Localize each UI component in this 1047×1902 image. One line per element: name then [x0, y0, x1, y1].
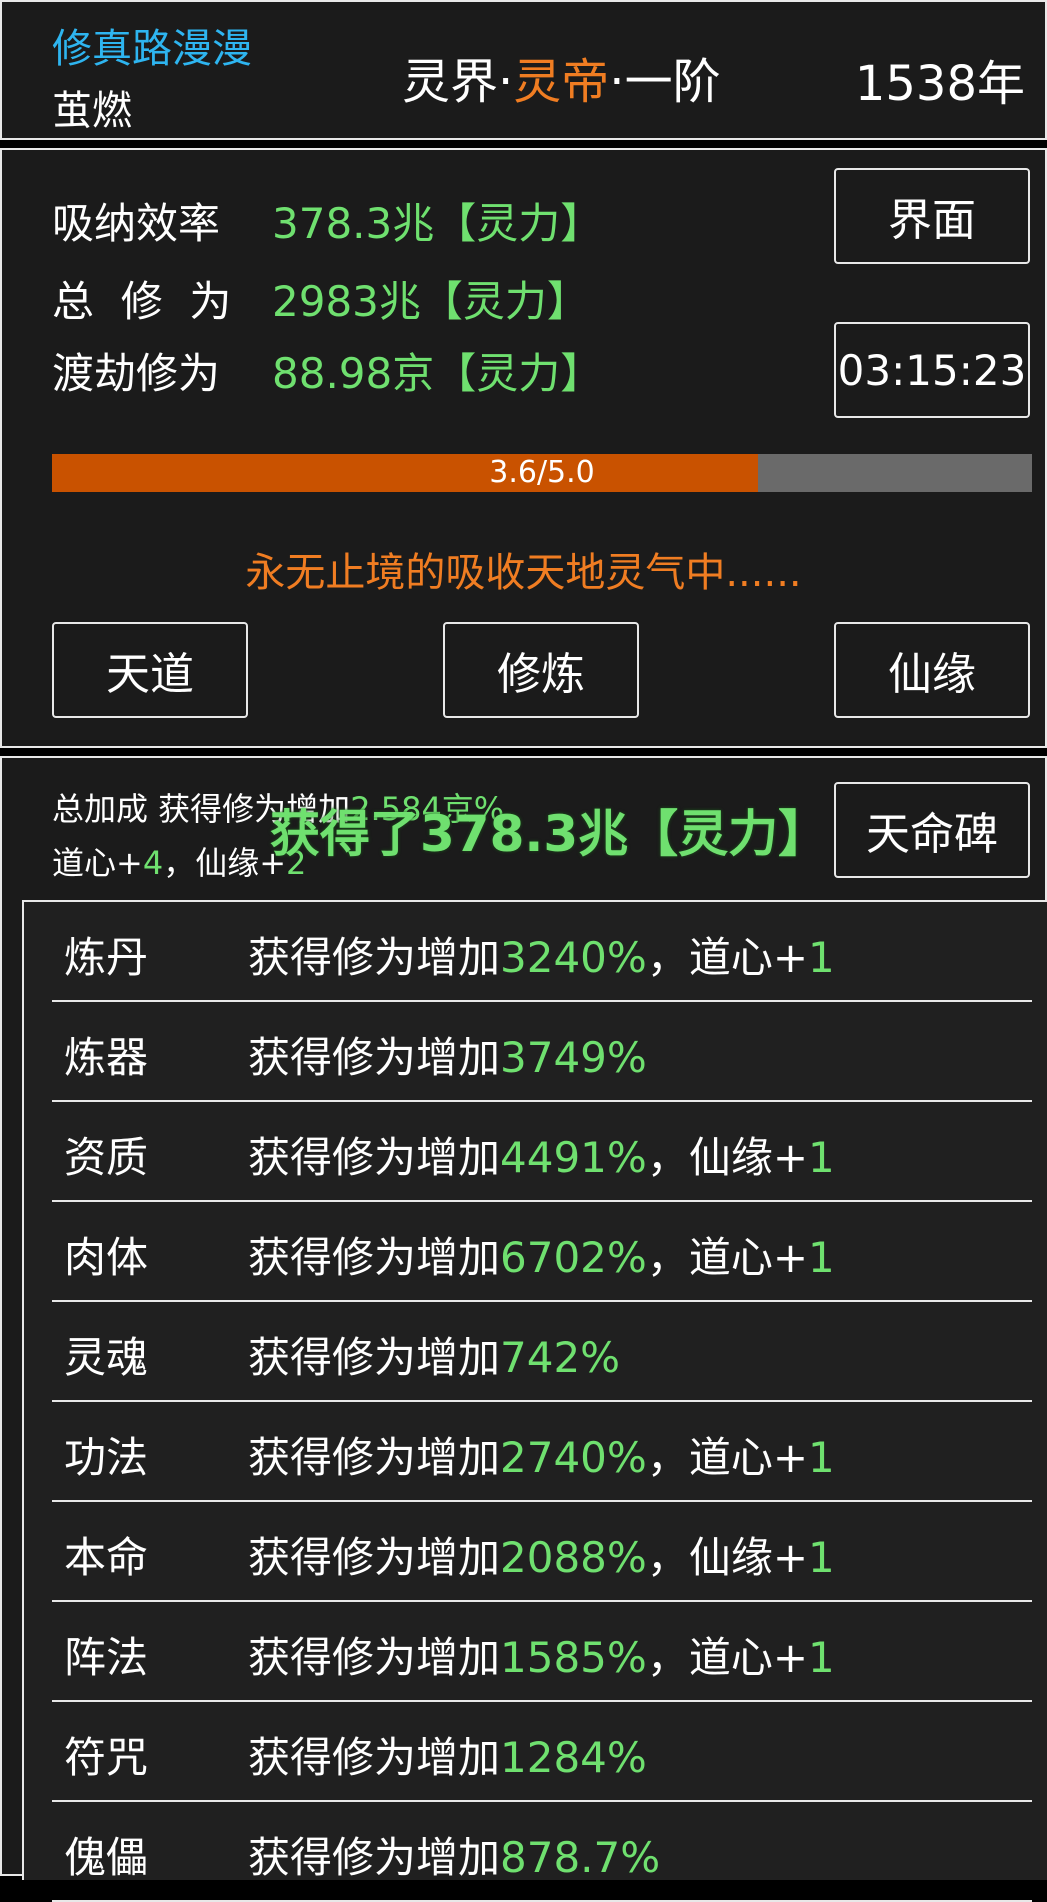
realm-display: 灵界·灵帝·一阶: [402, 42, 721, 112]
list-item-extra-label: ，仙缘+: [646, 1533, 809, 1582]
list-item[interactable]: 肉体 获得修为增加6702%，道心+1: [52, 1202, 1032, 1302]
list-item[interactable]: 傀儡 获得修为增加878.7%: [52, 1802, 1032, 1902]
game-title: 修真路漫漫: [52, 26, 252, 72]
list-item-name: 资质: [64, 1133, 149, 1182]
list-item-extra-label: ，仙缘+: [646, 1133, 809, 1182]
tianmingbei-button[interactable]: 天命碑: [834, 782, 1030, 878]
realm-sep: ·: [609, 54, 625, 110]
list-item-name: 功法: [64, 1433, 149, 1482]
tribulation-label: 渡劫修为: [52, 349, 221, 398]
list-item-extra-label: ，道心+: [646, 1633, 809, 1682]
list-item[interactable]: 炼器 获得修为增加3749%: [52, 1002, 1032, 1102]
list-item[interactable]: 资质 获得修为增加4491%，仙缘+1: [52, 1102, 1032, 1202]
list-item-value: 4491%: [500, 1133, 647, 1182]
list-item-desc: 获得修为增加1284%: [248, 1724, 647, 1785]
list-item-extra-value: 1: [808, 1533, 835, 1582]
total-value: 2983兆【灵力】: [272, 277, 589, 326]
list-item-desc: 获得修为增加742%: [248, 1324, 620, 1385]
list-item-prefix: 获得修为增加: [248, 1633, 501, 1682]
ui-button[interactable]: 界面: [834, 168, 1030, 264]
list-item-name: 肉体: [64, 1233, 149, 1282]
realm-rank: 灵帝: [513, 54, 610, 110]
list-item-prefix: 获得修为增加: [248, 1333, 501, 1382]
list-item-value: 2088%: [500, 1533, 647, 1582]
list-item[interactable]: 炼丹 获得修为增加3240%，道心+1: [52, 902, 1032, 1002]
daoxin-label: 道心+: [52, 844, 143, 882]
header-panel: 修真路漫漫 茧燃 灵界·灵帝·一阶 1538年: [0, 0, 1047, 140]
progress-bar: 3.6/5.0: [52, 454, 1032, 492]
list-item-desc: 获得修为增加878.7%: [248, 1824, 660, 1885]
list-item-desc: 获得修为增加2740%，道心+1: [248, 1424, 835, 1485]
list-item-extra-value: 1: [808, 1633, 835, 1682]
list-item-extra-value: 1: [808, 1133, 835, 1182]
bonus-stats-line: 道心+4，仙缘+2: [52, 838, 306, 884]
list-item[interactable]: 符咒 获得修为增加1284%: [52, 1702, 1032, 1802]
list-item-name: 炼器: [64, 1033, 149, 1082]
daoxin-value: 4: [142, 844, 164, 882]
list-item-extra-value: 1: [808, 1233, 835, 1282]
list-item-extra-value: 1: [808, 1433, 835, 1482]
list-item-name: 符咒: [64, 1733, 149, 1782]
list-item-value: 6702%: [500, 1233, 647, 1282]
gain-popup: 获得了378.3兆【灵力】: [270, 805, 829, 863]
progress-text: 3.6/5.0: [489, 455, 595, 490]
list-item-name: 灵魂: [64, 1333, 149, 1382]
xianyuan-button[interactable]: 仙缘: [834, 622, 1030, 718]
list-item-name: 傀儡: [64, 1833, 149, 1882]
bonus-panel: 总加成 获得修为增加2.584京% 道心+4，仙缘+2 获得了378.3兆【灵力…: [0, 756, 1047, 1902]
absorb-label: 吸纳效率: [52, 199, 221, 248]
list-item-extra-label: ，道心+: [646, 1433, 809, 1482]
status-text: 永无止境的吸收天地灵气中......: [245, 550, 802, 596]
player-name: 茧燃: [52, 88, 132, 134]
list-item-desc: 获得修为增加1585%，道心+1: [248, 1624, 835, 1685]
list-item-prefix: 获得修为增加: [248, 933, 501, 982]
list-item-name: 阵法: [64, 1633, 149, 1682]
list-item[interactable]: 本命 获得修为增加2088%，仙缘+1: [52, 1502, 1032, 1602]
list-item-prefix: 获得修为增加: [248, 1033, 501, 1082]
list-item-prefix: 获得修为增加: [248, 1833, 501, 1882]
list-item-name: 炼丹: [64, 933, 149, 982]
list-item-desc: 获得修为增加3240%，道心+1: [248, 924, 835, 985]
realm-sep: ·: [498, 54, 514, 110]
list-item-name: 本命: [64, 1533, 149, 1582]
bonus-list: 炼丹 获得修为增加3240%，道心+1 炼器 获得修为增加3749% 资质 获得修为增加4…: [22, 900, 1047, 1902]
xiulian-button[interactable]: 修炼: [443, 622, 639, 718]
list-item-value: 742%: [500, 1333, 621, 1382]
list-item[interactable]: 阵法 获得修为增加1585%，道心+1: [52, 1602, 1032, 1702]
list-item-extra-value: 1: [808, 933, 835, 982]
separator: ，: [163, 844, 196, 882]
list-item-prefix: 获得修为增加: [248, 1133, 501, 1182]
absorb-value: 378.3兆【灵力】: [272, 199, 603, 248]
list-item[interactable]: 功法 获得修为增加2740%，道心+1: [52, 1402, 1032, 1502]
list-item-prefix: 获得修为增加: [248, 1533, 501, 1582]
list-item-desc: 获得修为增加2088%，仙缘+1: [248, 1524, 835, 1585]
list-item-value: 2740%: [500, 1433, 647, 1482]
list-item-desc: 获得修为增加4491%，仙缘+1: [248, 1124, 835, 1185]
list-item-extra-label: ，道心+: [646, 1233, 809, 1282]
years-counter: 1538年: [854, 56, 1025, 112]
list-item-desc: 获得修为增加6702%，道心+1: [248, 1224, 835, 1285]
list-item-value: 3749%: [500, 1033, 647, 1082]
list-item-prefix: 获得修为增加: [248, 1433, 501, 1482]
realm-prefix: 灵界: [402, 54, 499, 110]
total-label: 总 修 为: [52, 277, 232, 326]
realm-stage: 一阶: [624, 54, 721, 110]
list-item-value: 1284%: [500, 1733, 647, 1782]
stats-panel: 吸纳效率 378.3兆【灵力】 总 修 为 2983兆【灵力】 渡劫修为 88.…: [0, 148, 1047, 748]
timer-box: 03:15:23: [834, 322, 1030, 418]
list-item[interactable]: 灵魂 获得修为增加742%: [52, 1302, 1032, 1402]
list-item-desc: 获得修为增加3749%: [248, 1024, 647, 1085]
list-item-value: 878.7%: [500, 1833, 661, 1882]
list-item-value: 1585%: [500, 1633, 647, 1682]
list-item-extra-label: ，道心+: [646, 933, 809, 982]
list-item-prefix: 获得修为增加: [248, 1233, 501, 1282]
tribulation-value: 88.98京【灵力】: [272, 349, 603, 398]
tiandao-button[interactable]: 天道: [52, 622, 248, 718]
list-item-prefix: 获得修为增加: [248, 1733, 501, 1782]
list-item-value: 3240%: [500, 933, 647, 982]
